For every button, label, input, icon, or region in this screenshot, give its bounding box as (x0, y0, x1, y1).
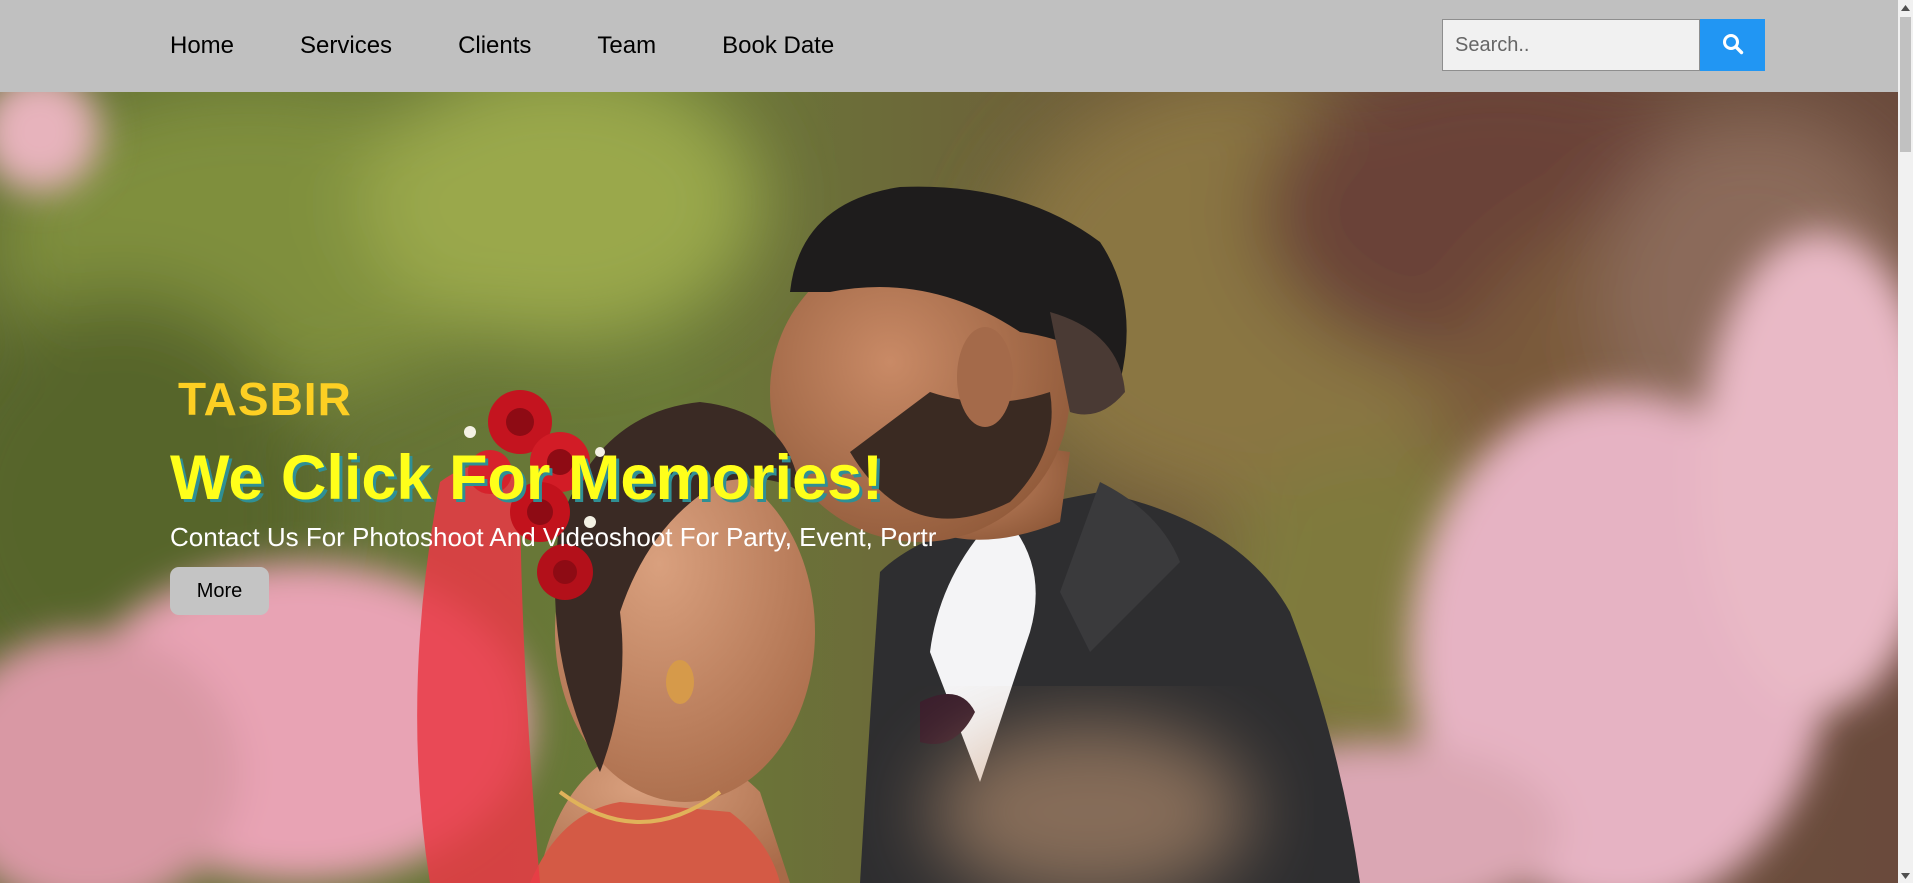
page: Home Services Clients Team Book Date Sea… (0, 0, 1913, 883)
nav-links: Home Services Clients Team Book Date (150, 0, 881, 92)
hero-section: TASBIR We Click For Memories! Contact Us… (0, 92, 1898, 883)
nav-home[interactable]: Home (150, 0, 253, 92)
hero-subtitle: Contact Us For Photoshoot And Videoshoot… (170, 522, 937, 552)
search-button[interactable] (1700, 19, 1765, 71)
scroll-up-arrow-icon[interactable] (1898, 0, 1913, 15)
vertical-scrollbar[interactable] (1898, 0, 1913, 883)
search-icon (1722, 33, 1744, 58)
search-input[interactable] (1442, 19, 1700, 71)
nav-clients[interactable]: Clients (439, 0, 550, 92)
search-bar (1442, 19, 1765, 71)
more-button[interactable]: More (170, 567, 269, 615)
scroll-down-arrow-icon[interactable] (1898, 868, 1913, 883)
brand-name: TASBIR (178, 373, 352, 425)
nav-book-date[interactable]: Book Date (703, 0, 853, 92)
hero-headline: We Click For Memories! (170, 443, 884, 513)
nav-services[interactable]: Services (281, 0, 411, 92)
nav-team[interactable]: Team (578, 0, 675, 92)
scrollbar-thumb[interactable] (1900, 17, 1911, 152)
top-navbar: Home Services Clients Team Book Date (0, 0, 1898, 92)
